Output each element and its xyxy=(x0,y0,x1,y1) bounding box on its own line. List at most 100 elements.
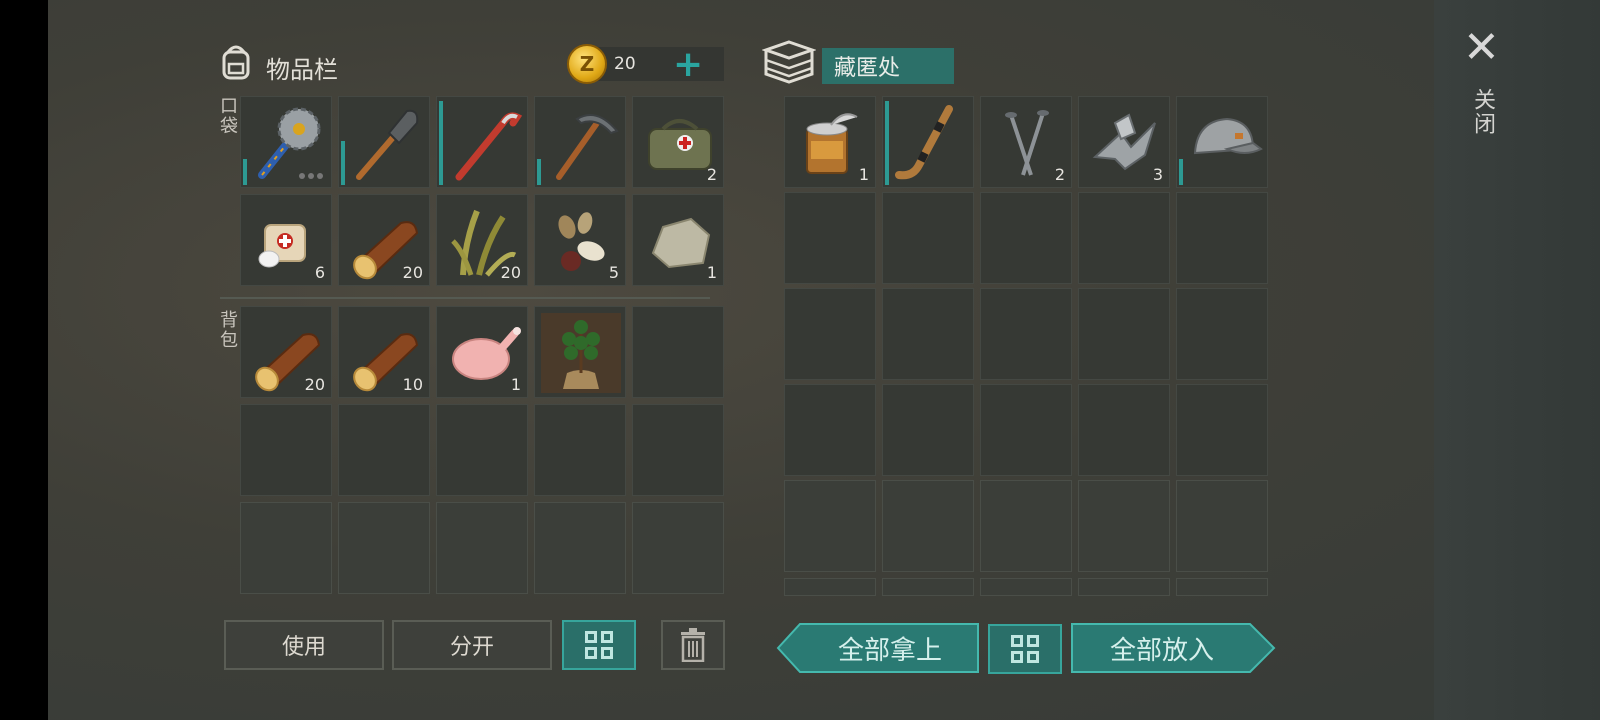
inventory-slot[interactable]: 2 xyxy=(632,96,724,188)
crowbar-icon xyxy=(455,112,523,181)
empty-slot[interactable] xyxy=(980,192,1072,284)
empty-slot[interactable] xyxy=(1176,288,1268,380)
empty-slot[interactable] xyxy=(1078,578,1170,596)
inventory-slot[interactable]: 20 xyxy=(436,194,528,286)
empty-slot[interactable] xyxy=(882,480,974,572)
item-count: 20 xyxy=(402,263,423,282)
potted-sapling-icon xyxy=(541,313,621,393)
empty-slot[interactable] xyxy=(240,404,332,496)
empty-slot[interactable] xyxy=(1078,480,1170,572)
inventory-slot[interactable] xyxy=(1176,96,1268,188)
durability-bar xyxy=(341,141,345,185)
item-count: 5 xyxy=(608,263,619,282)
empty-slot[interactable] xyxy=(632,404,724,496)
empty-slot[interactable] xyxy=(1176,578,1268,596)
pocket-label: 口袋 xyxy=(217,96,238,136)
shovel-icon xyxy=(356,109,419,180)
empty-slot[interactable] xyxy=(1176,480,1268,572)
inventory-slot[interactable]: 1 xyxy=(784,96,876,188)
inventory-slot[interactable]: 10 xyxy=(338,306,430,398)
inventory-slot[interactable]: 20 xyxy=(338,194,430,286)
empty-slot[interactable] xyxy=(632,502,724,594)
empty-slot[interactable] xyxy=(1176,192,1268,284)
empty-slot[interactable] xyxy=(784,192,876,284)
trash-button[interactable] xyxy=(661,620,725,670)
item-count: 2 xyxy=(1054,165,1065,184)
item-count: 20 xyxy=(500,263,521,282)
empty-slot[interactable] xyxy=(882,384,974,476)
close-icon[interactable]: ✕ xyxy=(1463,26,1500,70)
use-button[interactable]: 使用 xyxy=(224,620,384,670)
section-divider xyxy=(220,297,710,299)
empty-slot[interactable] xyxy=(784,288,876,380)
inventory-slot[interactable] xyxy=(534,306,626,398)
empty-slot[interactable] xyxy=(882,288,974,380)
backpack-label: 背包 xyxy=(217,310,238,350)
inventory-slot[interactable]: 6 xyxy=(240,194,332,286)
inventory-slot[interactable]: 1 xyxy=(632,194,724,286)
inventory-slot[interactable] xyxy=(240,96,332,188)
item-count: 3 xyxy=(1152,165,1163,184)
stash-title: 藏匿处 xyxy=(822,48,954,84)
right-side-panel xyxy=(1434,0,1600,720)
durability-bar xyxy=(885,101,889,185)
sort-stash-button[interactable] xyxy=(988,624,1062,674)
empty-slot[interactable] xyxy=(882,192,974,284)
inventory-slot[interactable]: 3 xyxy=(1078,96,1170,188)
item-count: 1 xyxy=(706,263,717,282)
take-all-button[interactable]: 全部拿上 xyxy=(800,622,980,674)
backpack-icon xyxy=(222,45,250,80)
hockey-stick-icon xyxy=(895,105,953,180)
empty-slot[interactable] xyxy=(338,502,430,594)
add-coins-button[interactable]: + xyxy=(673,47,703,83)
empty-slot[interactable] xyxy=(1078,288,1170,380)
inventory-slot[interactable] xyxy=(436,96,528,188)
durability-bar xyxy=(439,101,443,185)
empty-slot[interactable] xyxy=(980,578,1072,596)
inventory-slot[interactable] xyxy=(338,96,430,188)
empty-slot[interactable] xyxy=(436,502,528,594)
inventory-slot[interactable]: 2 xyxy=(980,96,1072,188)
inventory-slot[interactable] xyxy=(534,96,626,188)
empty-slot[interactable] xyxy=(784,480,876,572)
empty-slot[interactable] xyxy=(436,404,528,496)
stash-boxes-icon xyxy=(762,40,816,84)
empty-slot[interactable] xyxy=(1176,384,1268,476)
pickaxe-icon xyxy=(556,114,619,180)
empty-slot[interactable] xyxy=(632,306,724,398)
inventory-slot[interactable] xyxy=(882,96,974,188)
game-screen: 物品栏 Z 20 + 藏匿处 口袋 背包 使用 分开 全部拿上 全部放入 ✕ 关… xyxy=(48,0,1600,720)
durability-bar xyxy=(1179,159,1183,185)
empty-slot[interactable] xyxy=(1078,192,1170,284)
item-count: 6 xyxy=(314,263,325,282)
grid-icon xyxy=(585,631,613,659)
inventory-slot[interactable]: 1 xyxy=(436,306,528,398)
empty-slot[interactable] xyxy=(882,578,974,596)
coin-count: 20 xyxy=(614,54,636,74)
close-label[interactable]: 关闭 xyxy=(1466,88,1498,136)
empty-slot[interactable] xyxy=(784,384,876,476)
item-count: 10 xyxy=(402,375,423,394)
empty-slot[interactable] xyxy=(240,502,332,594)
empty-slot[interactable] xyxy=(1078,384,1170,476)
more-options-icon[interactable] xyxy=(299,173,323,179)
sort-inventory-button[interactable] xyxy=(562,620,636,670)
empty-slot[interactable] xyxy=(534,502,626,594)
durability-bar xyxy=(243,159,247,185)
inventory-slot[interactable]: 20 xyxy=(240,306,332,398)
empty-slot[interactable] xyxy=(784,578,876,596)
inventory-slot[interactable]: 5 xyxy=(534,194,626,286)
item-count: 1 xyxy=(858,165,869,184)
inventory-title: 物品栏 xyxy=(266,56,338,84)
item-count: 2 xyxy=(706,165,717,184)
durability-bar xyxy=(537,159,541,185)
empty-slot[interactable] xyxy=(980,480,1072,572)
split-button[interactable]: 分开 xyxy=(392,620,552,670)
empty-slot[interactable] xyxy=(980,384,1072,476)
empty-slot[interactable] xyxy=(338,404,430,496)
put-all-button[interactable]: 全部放入 xyxy=(1070,622,1254,674)
item-count: 1 xyxy=(510,375,521,394)
empty-slot[interactable] xyxy=(534,404,626,496)
item-count: 20 xyxy=(304,375,325,394)
empty-slot[interactable] xyxy=(980,288,1072,380)
